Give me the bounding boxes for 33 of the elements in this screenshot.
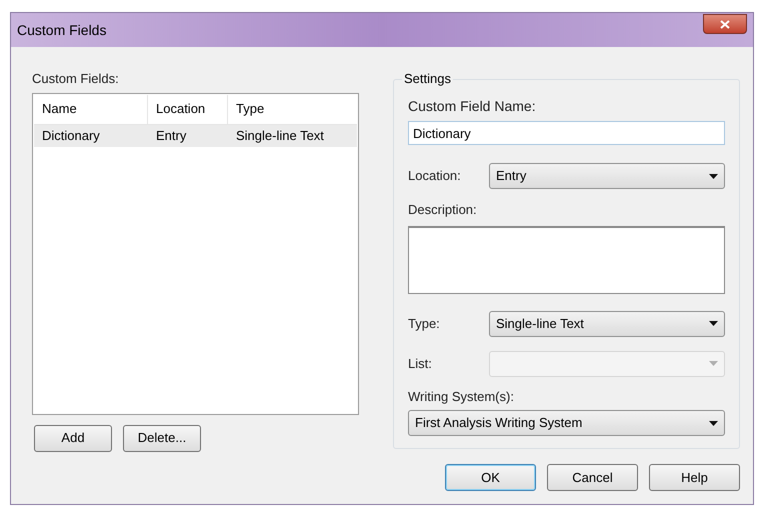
field-label: Type: <box>408 314 441 333</box>
field-label: Location: <box>408 167 462 186</box>
list-label: Custom Fields: <box>32 70 120 88</box>
field-label: Custom Field Name: <box>408 97 537 116</box>
table-cell-text: Single-line Text <box>235 126 325 145</box>
name-input[interactable]: Dictionary <box>408 121 725 145</box>
dropdown-arrow-icon <box>709 321 718 326</box>
dropdown[interactable]: First Analysis Writing System <box>408 410 725 436</box>
field-label: List: <box>408 354 433 373</box>
group-title: Settings <box>402 71 453 87</box>
description-input[interactable] <box>408 226 725 294</box>
window-title: Custom Fields <box>17 20 106 40</box>
field-label: Description: <box>408 201 478 219</box>
dialog-button[interactable]: Cancel <box>547 464 638 491</box>
close-button[interactable] <box>703 14 747 34</box>
column-header[interactable]: Type <box>228 94 357 124</box>
column-header[interactable]: Name <box>34 94 148 124</box>
table-cell-text: Entry <box>155 126 188 145</box>
dropdown-arrow-icon <box>709 420 718 426</box>
dropdown-arrow-icon <box>709 174 718 178</box>
field-label: Writing System(s): <box>408 388 515 406</box>
dialog-button[interactable]: Help <box>649 464 740 491</box>
dropdown[interactable]: Single-line Text <box>489 310 725 336</box>
dialog-button[interactable]: Add <box>34 424 112 452</box>
dialog-button[interactable]: Delete... <box>123 424 201 452</box>
list-row[interactable]: Dictionary Entry Single-line Text <box>34 124 357 146</box>
dropdown[interactable]: Entry <box>489 163 725 189</box>
close-icon <box>720 20 730 28</box>
table-cell-text: Dictionary <box>41 126 101 145</box>
column-header[interactable]: Location <box>148 94 228 124</box>
dropdown-arrow-icon <box>709 361 718 366</box>
dialog-button[interactable]: OK <box>445 464 536 491</box>
custom-fields-list[interactable]: Name Location Type Dictionary Entry Single-line Text <box>32 92 359 414</box>
